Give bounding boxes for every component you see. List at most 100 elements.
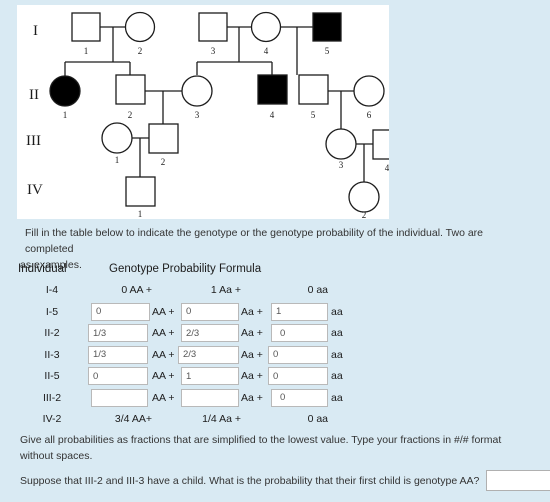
row-label-II-2: II-2 [44, 327, 60, 339]
label-Aa-plus: Aa + [241, 391, 263, 404]
static-Aa-IV-2: 1/4 Aa + [202, 413, 241, 425]
label-Aa-plus: Aa + [241, 327, 263, 339]
pedigree-number-III-1: 1 [115, 155, 120, 165]
pedigree-chart-panel: I II III IV 1 2 3 4 5 1 2 3 4 5 6 1 2 3 … [17, 5, 389, 219]
input-Aa-II-3[interactable] [178, 345, 239, 364]
pedigree-number-III-2: 2 [161, 157, 166, 167]
pedigree-symbol-I-4 [250, 11, 282, 43]
input-aa-II-2[interactable] [271, 324, 328, 342]
table-header-row: Individual Genotype Probability Formula [18, 263, 358, 280]
pedigree-number-II-3: 3 [195, 110, 200, 120]
table-row: II-3 AA + Aa + aa [18, 345, 358, 367]
genotype-probability-table: Individual Genotype Probability Formula … [18, 263, 358, 431]
pedigree-number-II-1: 1 [63, 110, 68, 120]
generation-label-II: II [29, 87, 39, 103]
static-aa-IV-2: 0 aa [307, 413, 328, 425]
pedigree-number-II-5: 5 [311, 110, 316, 120]
input-Aa-II-2[interactable] [181, 324, 239, 342]
column-header-individual: Individual [18, 263, 67, 275]
footer-note-line-2: without spaces. [20, 450, 93, 462]
pedigree-number-II-6: 6 [367, 110, 372, 120]
pedigree-symbol-I-2 [124, 11, 156, 43]
question-text: Suppose that III-2 and III-3 have a chil… [20, 475, 480, 487]
table-row: I-5 AA + Aa + aa [18, 302, 358, 324]
label-AA-plus: AA + [152, 391, 175, 404]
table-row: IV-2 3/4 AA+ 1/4 Aa + 0 aa [18, 409, 358, 431]
row-label-II-5: II-5 [44, 370, 60, 382]
instructions-line-1: Fill in the table below to indicate the … [25, 227, 484, 255]
input-AA-II-3[interactable] [88, 345, 148, 364]
generation-label-I: I [33, 23, 38, 39]
label-aa: aa [331, 370, 343, 382]
input-AA-II-5[interactable] [88, 367, 148, 385]
pedigree-symbol-II-5 [298, 74, 329, 105]
pedigree-number-IV-2: 2 [362, 210, 367, 219]
pedigree-number-III-3: 3 [339, 160, 344, 170]
pedigree-symbol-I-5 [312, 12, 342, 42]
input-aa-II-5[interactable] [268, 367, 328, 385]
generation-label-IV: IV [27, 182, 43, 198]
static-AA-I-4: 0 AA + [121, 284, 152, 296]
input-AA-I-5[interactable] [91, 302, 150, 321]
row-label-I-4: I-4 [45, 284, 59, 296]
label-AA-plus: AA + [152, 305, 175, 318]
static-AA-IV-2: 3/4 AA+ [114, 413, 152, 425]
footer-note-line-1: Give all probabilities as fractions that… [20, 434, 502, 446]
pedigree-symbol-III-1 [101, 122, 133, 154]
generation-label-III: III [26, 133, 41, 149]
column-header-formula: Genotype Probability Formula [109, 263, 262, 275]
table-row: II-2 AA + Aa + aa [18, 323, 358, 345]
label-Aa-plus: Aa + [241, 370, 263, 382]
label-AA-plus: AA + [152, 370, 175, 382]
pedigree-number-I-5: 5 [325, 46, 330, 56]
pedigree-symbol-IV-2 [348, 181, 380, 213]
pedigree-symbol-III-2 [148, 123, 179, 154]
pedigree-symbol-I-3 [198, 12, 228, 42]
static-aa-I-4: 0 aa [307, 284, 328, 296]
pedigree-symbol-II-3 [181, 75, 213, 107]
pedigree-diagram: I II III IV 1 2 3 4 5 1 2 3 4 5 6 1 2 3 … [26, 11, 389, 219]
input-aa-I-5[interactable] [271, 302, 328, 321]
label-AA-plus: AA + [152, 348, 175, 361]
table-row: II-5 AA + Aa + aa [18, 366, 358, 388]
row-label-I-5: I-5 [45, 305, 59, 318]
pedigree-symbol-III-3 [325, 128, 357, 160]
label-AA-plus: AA + [152, 327, 175, 339]
label-aa: aa [331, 305, 343, 318]
label-Aa-plus: Aa + [241, 348, 263, 361]
pedigree-symbol-II-4 [257, 74, 288, 105]
pedigree-number-I-1: 1 [84, 46, 89, 56]
pedigree-symbol-III-4 [372, 129, 389, 160]
pedigree-symbol-II-2 [115, 74, 146, 105]
pedigree-number-III-4: 4 [385, 163, 389, 173]
pedigree-symbol-I-1 [71, 12, 101, 42]
row-label-II-3: II-3 [44, 348, 60, 361]
row-label-III-2: III-2 [42, 391, 62, 404]
pedigree-number-I-4: 4 [264, 46, 269, 56]
input-aa-II-3[interactable] [268, 345, 328, 364]
static-Aa-I-4: 1 Aa + [210, 284, 241, 296]
label-aa: aa [331, 327, 343, 339]
pedigree-number-II-4: 4 [270, 110, 275, 120]
row-label-IV-2: IV-2 [42, 413, 62, 425]
input-AA-III-2[interactable] [91, 388, 148, 407]
answer-input[interactable] [486, 470, 550, 491]
label-aa: aa [331, 391, 343, 404]
input-Aa-I-5[interactable] [181, 302, 239, 321]
input-Aa-II-5[interactable] [181, 367, 239, 385]
pedigree-symbol-II-1 [49, 75, 81, 107]
label-Aa-plus: Aa + [241, 305, 263, 318]
pedigree-symbol-II-6 [353, 75, 385, 107]
input-Aa-III-2[interactable] [181, 388, 239, 407]
pedigree-number-I-3: 3 [211, 46, 216, 56]
pedigree-symbol-IV-1 [125, 176, 156, 207]
input-aa-III-2[interactable] [271, 388, 328, 407]
table-row: I-4 0 AA + 1 Aa + 0 aa [18, 280, 358, 302]
pedigree-number-IV-1: 1 [138, 209, 143, 219]
pedigree-number-II-2: 2 [128, 110, 133, 120]
table-row: III-2 AA + Aa + aa [18, 388, 358, 410]
label-aa: aa [331, 348, 343, 361]
pedigree-number-I-2: 2 [138, 46, 143, 56]
footer-note-block: Give all probabilities as fractions that… [20, 432, 525, 464]
input-AA-II-2[interactable] [88, 324, 148, 342]
